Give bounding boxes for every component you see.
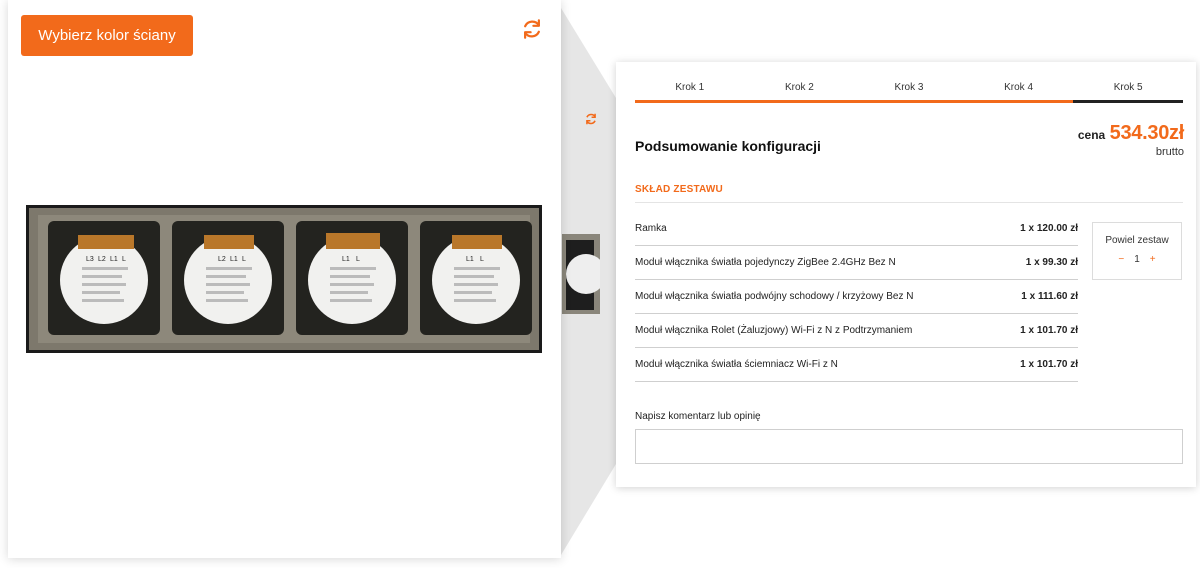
list-item: Moduł włącznika światła ściemniacz Wi-Fi…	[635, 348, 1078, 382]
refresh-icon[interactable]	[521, 18, 543, 40]
choose-wall-color-button[interactable]: Wybierz kolor ściany	[21, 15, 193, 56]
price-value: 534.30zł	[1109, 122, 1185, 144]
quantity-value: 1	[1134, 254, 1140, 265]
module-2: L2 L1 L	[172, 221, 284, 335]
increase-button[interactable]: +	[1150, 254, 1156, 265]
price-block: cena 534.30zł brutto	[1078, 122, 1184, 158]
terminal-label: L2	[98, 256, 106, 263]
terminal-label: L1	[110, 256, 118, 263]
price-label: cena	[1077, 128, 1106, 142]
step-tabs: Krok 1 Krok 2 Krok 3 Krok 4 Krok 5	[635, 82, 1183, 103]
section-title: SKŁAD ZESTAWU	[635, 184, 723, 195]
switch-frame-image: L3 L2 L1 L L2 L1 L L1 L L1 L	[26, 205, 542, 353]
tab-label: Krok 3	[894, 82, 924, 93]
list-item: Moduł włącznika światła podwójny schodow…	[635, 280, 1078, 314]
list-item: Moduł włącznika światła pojedynczy ZigBe…	[635, 246, 1078, 280]
refresh-icon[interactable]	[584, 112, 598, 126]
tab-step-5[interactable]: Krok 5	[1073, 82, 1183, 103]
terminal-label: L	[122, 256, 126, 263]
item-name: Moduł włącznika światła pojedynczy ZigBe…	[635, 257, 896, 268]
module-4: L1 L	[420, 221, 532, 335]
terminal-label: L	[356, 256, 360, 263]
item-name: Moduł włącznika światła podwójny schodow…	[635, 291, 914, 302]
item-qty-price: 1 x 101.70 zł	[1020, 359, 1078, 370]
tab-step-2[interactable]: Krok 2	[744, 82, 855, 103]
item-name: Ramka	[635, 223, 667, 234]
decrease-button[interactable]: −	[1118, 254, 1124, 265]
item-qty-price: 1 x 99.30 zł	[1025, 257, 1078, 268]
tab-label: Krok 5	[1113, 82, 1143, 93]
tab-label: Krok 2	[784, 82, 814, 93]
divider	[635, 202, 1183, 203]
module-3: L1 L	[296, 221, 408, 335]
tab-step-3[interactable]: Krok 3	[854, 82, 964, 103]
page-title: Podsumowanie konfiguracji	[635, 138, 821, 154]
comment-field[interactable]	[635, 429, 1183, 464]
terminal-label: L1	[466, 256, 474, 263]
tab-step-1[interactable]: Krok 1	[635, 82, 745, 103]
product-preview-card: Wybierz kolor ściany L3 L2 L1 L L2 L1 L …	[8, 0, 561, 558]
terminal-label: L1	[342, 256, 350, 263]
item-qty-price: 1 x 111.60 zł	[1021, 291, 1078, 302]
terminal-label: L3	[86, 256, 94, 263]
item-name: Moduł włącznika światła ściemniacz Wi-Fi…	[635, 359, 838, 370]
multiplier-label: Powiel zestaw	[1105, 235, 1169, 246]
set-items-list: Ramka 1 x 120.00 zł Moduł włącznika świa…	[635, 212, 1078, 382]
price-gross-label: brutto	[1155, 146, 1184, 158]
terminal-label: L1	[230, 256, 238, 263]
list-item: Moduł włącznika Rolet (Żaluzjowy) Wi-Fi …	[635, 314, 1078, 348]
comment-label: Napisz komentarz lub opinię	[635, 411, 761, 422]
item-qty-price: 1 x 120.00 zł	[1020, 223, 1078, 234]
set-multiplier: Powiel zestaw − 1 +	[1092, 222, 1182, 280]
item-qty-price: 1 x 101.70 zł	[1020, 325, 1078, 336]
terminal-label: L2	[218, 256, 226, 263]
tab-label: Krok 1	[675, 82, 705, 93]
list-item: Ramka 1 x 120.00 zł	[635, 212, 1078, 246]
terminal-label: L	[480, 256, 484, 263]
configuration-summary-panel: Krok 1 Krok 2 Krok 3 Krok 4 Krok 5 Podsu…	[616, 62, 1196, 487]
preview-switch-fragment	[562, 234, 600, 314]
tab-step-4[interactable]: Krok 4	[963, 82, 1074, 103]
quantity-stepper: − 1 +	[1093, 254, 1181, 265]
tab-label: Krok 4	[1004, 82, 1034, 93]
module-1: L3 L2 L1 L	[48, 221, 160, 335]
terminal-label: L	[242, 256, 246, 263]
item-name: Moduł włącznika Rolet (Żaluzjowy) Wi-Fi …	[635, 325, 913, 336]
